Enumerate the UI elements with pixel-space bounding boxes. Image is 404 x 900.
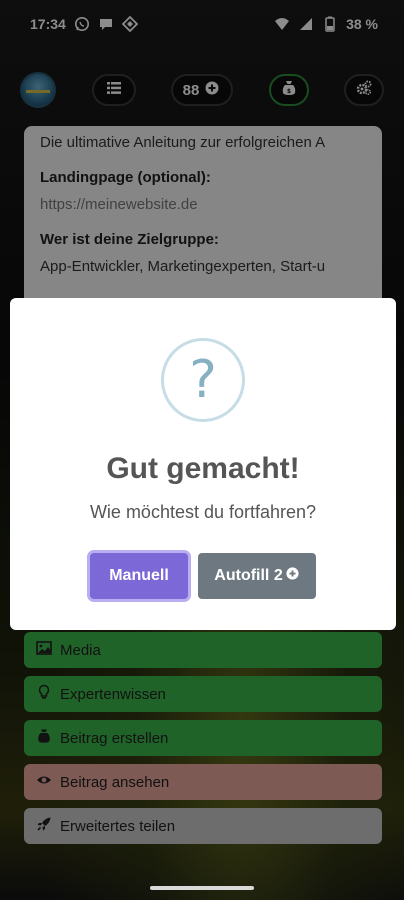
autofill-button[interactable]: Autofill 2 — [198, 553, 316, 599]
confirmation-dialog: ? Gut gemacht! Wie möchtest du fortfahre… — [10, 298, 396, 630]
dialog-buttons: Manuell Autofill 2 — [90, 553, 316, 599]
plus-circle-icon — [285, 566, 300, 586]
manual-button[interactable]: Manuell — [90, 553, 188, 599]
dialog-text: Wie möchtest du fortfahren? — [89, 502, 317, 522]
dialog-title: Gut gemacht! — [106, 452, 300, 485]
question-icon: ? — [161, 338, 245, 422]
home-indicator[interactable] — [150, 886, 254, 890]
